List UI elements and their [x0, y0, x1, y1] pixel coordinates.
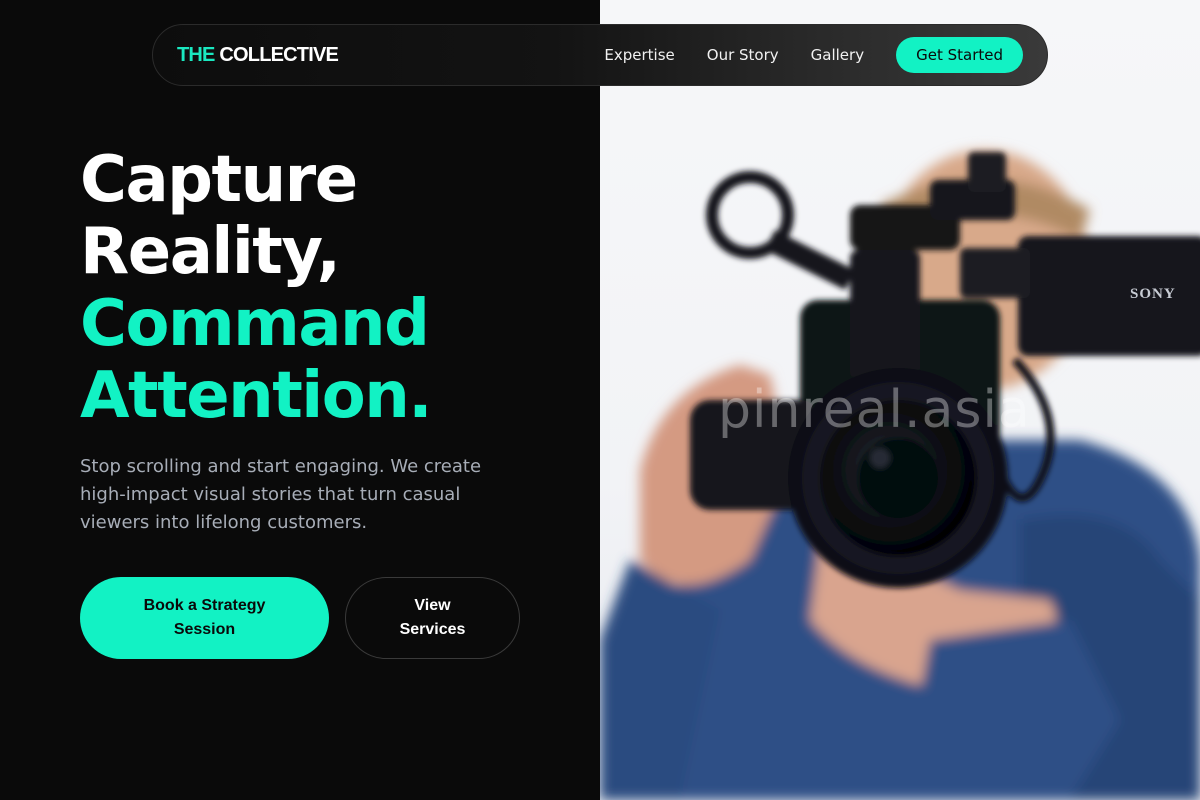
headline-line-1: Capture	[80, 143, 358, 217]
view-services-button[interactable]: View Services	[345, 577, 520, 659]
image-watermark: pinreal.asia	[718, 380, 1031, 440]
book-strategy-session-button[interactable]: Book a Strategy Session	[80, 577, 329, 659]
nav-link-our-story[interactable]: Our Story	[707, 46, 779, 64]
headline-accent-line-1: Command	[80, 287, 430, 361]
get-started-button[interactable]: Get Started	[896, 37, 1023, 73]
headline-line-2: Reality,	[80, 215, 341, 289]
top-navbar: THE COLLECTIVE Expertise Our Story Galle…	[152, 24, 1048, 86]
nav-link-expertise[interactable]: Expertise	[604, 46, 674, 64]
brand-logo-name: COLLECTIVE	[219, 43, 339, 66]
brand-logo[interactable]: THE COLLECTIVE	[177, 43, 339, 67]
hero-subtext: Stop scrolling and start engaging. We cr…	[80, 456, 482, 533]
nav-links: Expertise Our Story Gallery Get Started	[604, 37, 1023, 73]
headline-accent-line-2: Attention.	[80, 359, 433, 433]
camera-brand-label: SONY	[1130, 286, 1176, 302]
brand-logo-prefix: THE	[177, 43, 215, 66]
hero-photo: SONY pinreal.asia	[600, 0, 1200, 800]
hero-headline: Capture Reality, Command Attention.	[80, 143, 433, 433]
nav-link-gallery[interactable]: Gallery	[811, 46, 864, 64]
